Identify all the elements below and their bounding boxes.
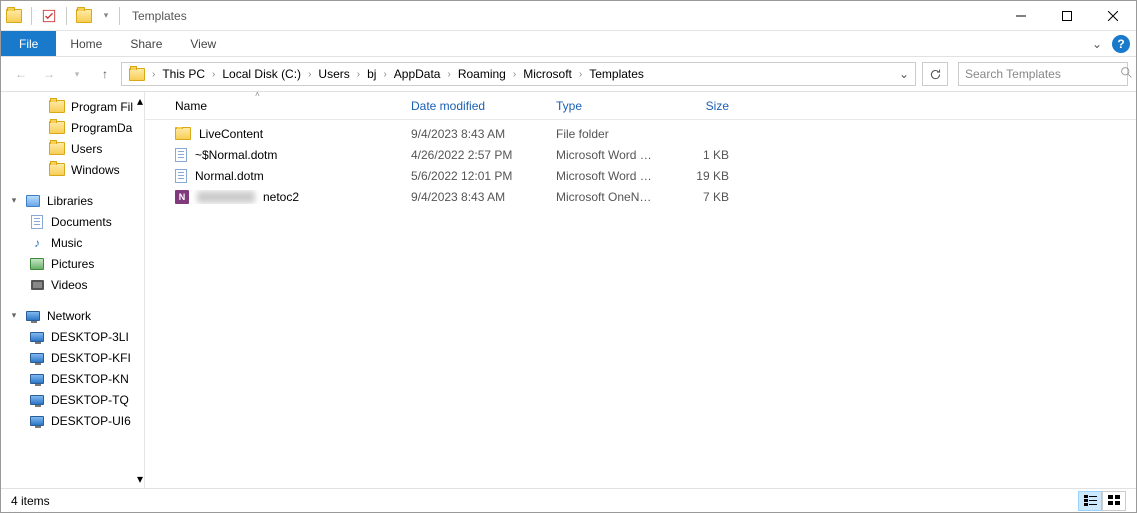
- search-box[interactable]: [958, 62, 1128, 86]
- search-icon: [1120, 66, 1133, 82]
- nav-bar: ← → ▾ ↑ › This PC› Local Disk (C:)› User…: [1, 57, 1136, 91]
- file-row[interactable]: LiveContent9/4/2023 8:43 AMFile folder: [145, 123, 1136, 144]
- file-row[interactable]: ~$Normal.dotm4/26/2022 2:57 PMMicrosoft …: [145, 144, 1136, 165]
- tree-item[interactable]: ♪Music: [1, 232, 144, 253]
- help-button[interactable]: ?: [1112, 35, 1130, 53]
- breadcrumb-seg[interactable]: Local Disk (C:): [217, 63, 306, 85]
- breadcrumb-seg[interactable]: Microsoft: [518, 63, 577, 85]
- item-count: 4 items: [11, 494, 50, 508]
- word-icon: [175, 148, 187, 162]
- minimize-button[interactable]: [998, 1, 1044, 30]
- status-bar: 4 items: [1, 488, 1136, 512]
- col-type[interactable]: Type: [546, 92, 664, 119]
- file-name: ~$Normal.dotm: [195, 148, 277, 162]
- col-name[interactable]: Name˄: [165, 92, 401, 119]
- address-dropdown[interactable]: ⌄: [899, 67, 913, 81]
- tab-view[interactable]: View: [176, 31, 230, 56]
- separator: [66, 7, 67, 25]
- tree-libraries[interactable]: ▾Libraries: [1, 190, 144, 211]
- chevron-right-icon[interactable]: ›: [150, 69, 157, 80]
- breadcrumb-seg[interactable]: Users: [313, 63, 354, 85]
- address-folder-icon[interactable]: [124, 63, 150, 85]
- breadcrumb-seg[interactable]: bj: [362, 63, 381, 85]
- tree-item[interactable]: ProgramDa: [1, 117, 144, 138]
- ribbon-collapse[interactable]: ⌄: [1086, 31, 1108, 56]
- word-icon: [175, 169, 187, 183]
- tree-item[interactable]: DESKTOP-TQ: [1, 389, 144, 410]
- explorer-window: ▾ Templates File Home Share View ⌄ ? ← →…: [0, 0, 1137, 513]
- tree-item[interactable]: Users: [1, 138, 144, 159]
- window-title: Templates: [132, 9, 187, 23]
- tab-share[interactable]: Share: [116, 31, 176, 56]
- ribbon-tabs: File Home Share View ⌄ ?: [1, 31, 1136, 57]
- tree-item[interactable]: Documents: [1, 211, 144, 232]
- refresh-button[interactable]: [922, 62, 948, 86]
- file-name: LiveContent: [199, 127, 263, 141]
- folder-icon: [175, 127, 191, 140]
- tree-network[interactable]: ▾Network: [1, 305, 144, 326]
- file-list: Name˄ Date modified Type Size LiveConten…: [145, 92, 1136, 488]
- folder-qat-icon[interactable]: [3, 5, 25, 27]
- tree-item[interactable]: Program Fil: [1, 96, 144, 117]
- tree-scrollbar[interactable]: ▴▾: [136, 92, 144, 488]
- nav-tree: Program Fil ProgramDa Users Windows ▾Lib…: [1, 92, 145, 488]
- separator: [119, 7, 120, 25]
- tree-item[interactable]: DESKTOP-3LI: [1, 326, 144, 347]
- search-input[interactable]: [965, 67, 1120, 81]
- breadcrumb-seg[interactable]: This PC: [157, 63, 210, 85]
- tree-item[interactable]: DESKTOP-KFI: [1, 347, 144, 368]
- file-name: netoc2: [263, 190, 299, 204]
- properties-qat-icon[interactable]: [38, 5, 60, 27]
- recent-dropdown[interactable]: ▾: [65, 62, 89, 86]
- redacted-text: [197, 191, 255, 203]
- details-view-button[interactable]: [1078, 491, 1102, 511]
- sort-indicator: ˄: [255, 91, 260, 99]
- file-row[interactable]: netoc29/4/2023 8:43 AMMicrosoft OneNot..…: [145, 186, 1136, 207]
- tree-item[interactable]: DESKTOP-KN: [1, 368, 144, 389]
- up-button[interactable]: ↑: [93, 62, 117, 86]
- col-size[interactable]: Size: [664, 92, 739, 119]
- tree-item[interactable]: Windows: [1, 159, 144, 180]
- folder-qat-icon-2[interactable]: [73, 5, 95, 27]
- file-row[interactable]: Normal.dotm5/6/2022 12:01 PMMicrosoft Wo…: [145, 165, 1136, 186]
- tree-item[interactable]: Videos: [1, 274, 144, 295]
- back-button[interactable]: ←: [9, 62, 33, 86]
- address-bar[interactable]: › This PC› Local Disk (C:)› Users› bj› A…: [121, 62, 916, 86]
- column-headers: Name˄ Date modified Type Size: [145, 92, 1136, 120]
- maximize-button[interactable]: [1044, 1, 1090, 30]
- breadcrumb-seg[interactable]: Templates: [584, 63, 649, 85]
- close-button[interactable]: [1090, 1, 1136, 30]
- tab-file[interactable]: File: [1, 31, 56, 56]
- tree-item[interactable]: Pictures: [1, 253, 144, 274]
- col-date[interactable]: Date modified: [401, 92, 546, 119]
- forward-button[interactable]: →: [37, 62, 61, 86]
- qat-dropdown[interactable]: ▾: [99, 5, 113, 27]
- file-name: Normal.dotm: [195, 169, 264, 183]
- breadcrumb-seg[interactable]: AppData: [389, 63, 446, 85]
- breadcrumb-seg[interactable]: Roaming: [453, 63, 511, 85]
- thumbnails-view-button[interactable]: [1102, 491, 1126, 511]
- onenote-icon: [175, 190, 189, 204]
- tab-home[interactable]: Home: [56, 31, 116, 56]
- title-bar: ▾ Templates: [1, 1, 1136, 31]
- separator: [31, 7, 32, 25]
- tree-item[interactable]: DESKTOP-UI6: [1, 410, 144, 431]
